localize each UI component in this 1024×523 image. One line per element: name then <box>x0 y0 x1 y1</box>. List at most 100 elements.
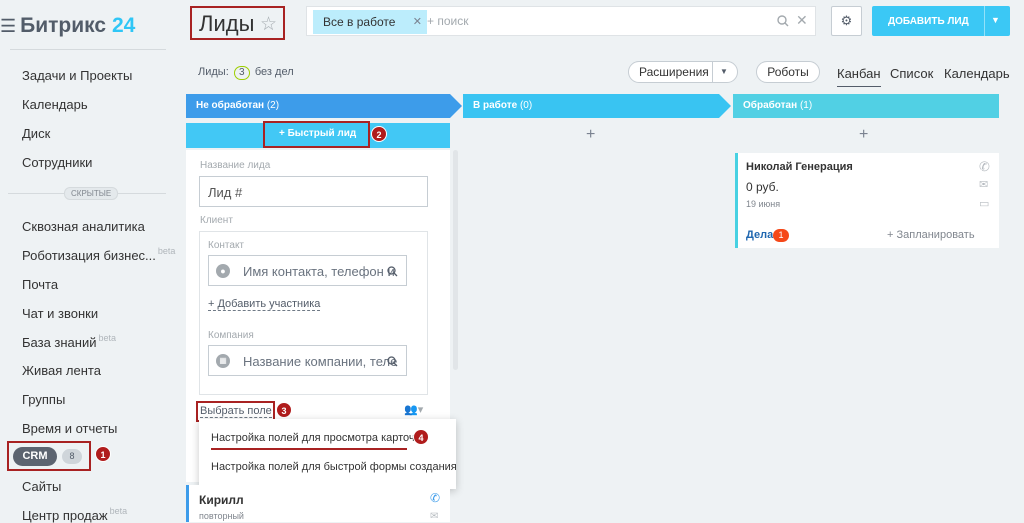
tab-list[interactable]: Список <box>890 66 933 81</box>
mail-icon[interactable]: ✉ <box>979 178 988 191</box>
close-icon[interactable]: ✕ <box>413 10 422 34</box>
search-input[interactable]: + поиск <box>427 14 468 28</box>
column-title: Обработан <box>743 100 798 111</box>
schedule-link[interactable]: + Запланировать <box>887 229 975 241</box>
lead-card-date: 19 июня <box>746 199 781 209</box>
sidebar-item-groups[interactable]: Группы <box>22 392 65 407</box>
lead-card-name[interactable]: Николай Генерация <box>746 161 853 173</box>
tab-calendar[interactable]: Календарь <box>944 66 1010 81</box>
robots-button[interactable]: Роботы <box>756 61 820 83</box>
beta-label: beta <box>157 246 176 256</box>
column-count: (2) <box>266 100 280 111</box>
add-card-processed-plus-icon[interactable]: + <box>859 126 868 144</box>
search-icon[interactable] <box>387 356 398 367</box>
sidebar-item-label: База знаний <box>22 335 97 350</box>
annotation-badge-2: 2 <box>371 126 387 142</box>
company-placeholder: Название компании, теле <box>243 354 398 369</box>
annotation-badge-4: 4 <box>413 429 429 445</box>
sidebar-item-calendar[interactable]: Календарь <box>22 97 88 112</box>
sidebar-item-knowledge[interactable]: База знаний beta <box>22 333 117 350</box>
column-title: В работе <box>473 100 518 111</box>
lead-name-label: Название лида <box>200 160 271 171</box>
hidden-label: СКРЫТЫЕ <box>64 187 119 200</box>
lead-card-nikolay[interactable]: Николай Генерация 0 руб. 19 июня ✆ ✉ ▭ Д… <box>735 153 999 248</box>
sidebar-item-feed[interactable]: Живая лента <box>22 363 101 378</box>
annotation-badge-1: 1 <box>95 446 111 462</box>
sidebar-item-crm[interactable]: CRM <box>13 447 57 466</box>
search-bar[interactable]: Все в работе ✕ + поиск ✕ <box>306 6 816 36</box>
search-icon[interactable] <box>387 266 398 277</box>
page-title-box: Лиды ☆ <box>190 6 285 40</box>
hidden-separator[interactable]: СКРЫТЫЕ <box>8 186 166 200</box>
choose-field-link[interactable]: Выбрать поле <box>200 405 272 418</box>
phone-icon[interactable]: ✆ <box>979 159 990 175</box>
add-card-in-progress-plus-icon[interactable]: + <box>586 126 595 144</box>
sidebar-item-employees[interactable]: Сотрудники <box>22 155 92 170</box>
column-header-in-progress[interactable]: В работе (0) <box>463 94 731 118</box>
column-header-processed[interactable]: Обработан (1) <box>733 94 999 118</box>
sidebar-item-chat[interactable]: Чат и звонки <box>22 306 98 321</box>
beta-label: beta <box>109 506 128 516</box>
lead-name-input[interactable]: Лид # <box>199 176 428 207</box>
filter-tag[interactable]: Все в работе ✕ <box>313 10 427 34</box>
leads-counter: Лиды: 3 без дел <box>198 66 294 80</box>
phone-icon[interactable]: ✆ <box>430 491 440 505</box>
building-icon: ▦ <box>216 354 230 368</box>
logo-text: Битрикс <box>20 14 107 37</box>
company-input[interactable]: ▦ Название компании, теле <box>208 345 407 376</box>
annotation-badge-3: 3 <box>276 402 292 418</box>
choose-field-label: Выбрать поле <box>200 405 272 418</box>
sidebar-item-time[interactable]: Время и отчеты <box>22 421 117 436</box>
page-title: Лиды <box>199 11 255 36</box>
contact-input[interactable]: ● Имя контакта, телефон и <box>208 255 407 286</box>
menu-icon[interactable]: ☰ <box>0 16 16 36</box>
sidebar-item-sites[interactable]: Сайты <box>22 479 61 494</box>
lead-card-amount: 0 руб. <box>746 180 779 194</box>
sidebar-item-label: Центр продаж <box>22 508 108 523</box>
lead-card-name[interactable]: Кирилл <box>199 493 244 507</box>
settings-button[interactable]: ⚙ <box>831 6 862 36</box>
chat-icon[interactable]: ▭ <box>979 197 989 210</box>
sidebar-item-mail[interactable]: Почта <box>22 277 58 292</box>
filter-tag-label: Все в работе <box>323 15 396 29</box>
sidebar-item-sales[interactable]: Центр продаж beta <box>22 506 128 523</box>
users-icon[interactable]: 👥▾ <box>404 403 423 416</box>
column-count: (1) <box>799 100 813 111</box>
sidebar-item-label: Роботизация бизнес... <box>22 248 156 263</box>
chevron-down-icon[interactable]: ▼ <box>720 62 728 82</box>
divider <box>10 49 166 50</box>
logo[interactable]: ☰ Битрикс 24 <box>0 14 135 38</box>
search-icon[interactable] <box>777 15 789 27</box>
mail-icon[interactable]: ✉ <box>430 511 438 522</box>
sidebar-item-tasks[interactable]: Задачи и Проекты <box>22 68 132 83</box>
contact-label: Контакт <box>208 240 245 251</box>
add-participant-label: + Добавить участника <box>208 298 321 311</box>
menu-item-quick-form-fields[interactable]: Настройка полей для быстрой формы создан… <box>211 461 457 473</box>
sidebar-item-disk[interactable]: Диск <box>22 126 50 141</box>
chevron-down-icon[interactable]: ▼ <box>991 15 1000 25</box>
extensions-button[interactable]: Расширения ▼ <box>628 61 738 83</box>
add-lead-label: ДОБАВИТЬ ЛИД <box>888 16 969 27</box>
column-header-new[interactable]: Не обработан (2) <box>186 94 462 118</box>
annotation-underline-4 <box>211 448 407 450</box>
add-lead-button[interactable]: ДОБАВИТЬ ЛИД ▼ <box>872 6 1010 36</box>
company-label: Компания <box>208 330 254 341</box>
sidebar-item-analytics[interactable]: Сквозная аналитика <box>22 219 145 234</box>
logo-number: 24 <box>111 14 136 37</box>
lead-card-kirill[interactable]: Кирилл повторный ✆ ✉ <box>186 485 450 522</box>
client-label: Клиент <box>200 215 233 226</box>
column-count: (0) <box>519 100 533 111</box>
scrollbar[interactable] <box>453 150 458 370</box>
lead-card-status: повторный <box>199 511 244 521</box>
add-participant-link[interactable]: + Добавить участника <box>208 298 321 311</box>
deals-label[interactable]: Дела <box>746 229 773 241</box>
star-icon[interactable]: ☆ <box>260 13 277 36</box>
beta-label: beta <box>98 333 117 343</box>
tab-kanban[interactable]: Канбан <box>837 66 881 87</box>
sidebar-item-robotization[interactable]: Роботизация бизнес... beta <box>22 246 176 263</box>
deals-count-badge: 1 <box>773 229 789 242</box>
quick-lead-button[interactable]: + Быстрый лид <box>279 128 356 139</box>
column-title: Не обработан <box>196 100 265 111</box>
menu-item-card-fields[interactable]: Настройка полей для просмотра карточки <box>211 432 426 444</box>
clear-icon[interactable]: ✕ <box>796 12 808 29</box>
